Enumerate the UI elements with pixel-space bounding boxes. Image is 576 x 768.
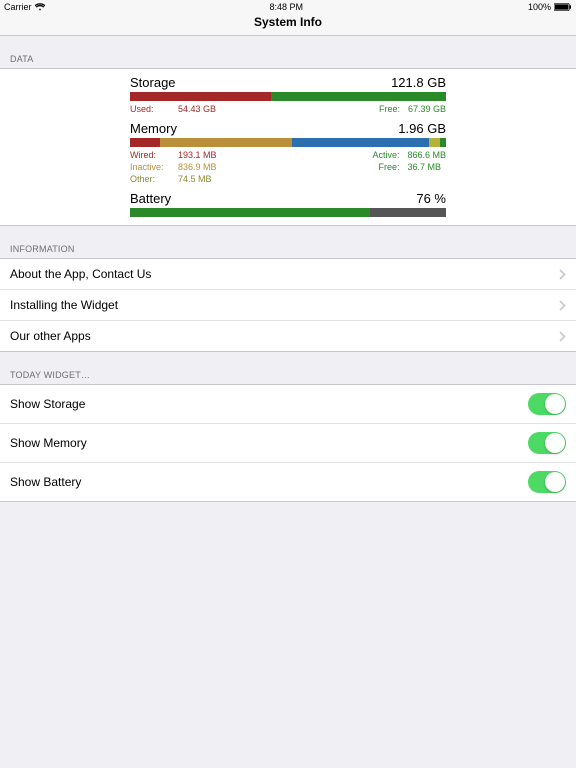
widget-list: Show Storage Show Memory Show Battery <box>0 384 576 502</box>
carrier-label: Carrier <box>4 2 32 12</box>
memory-inactive-value: 836.9 MB <box>178 161 217 173</box>
memory-other-value: 74.5 MB <box>178 173 212 185</box>
chevron-right-icon <box>559 300 566 311</box>
show-battery-toggle[interactable] <box>528 471 566 493</box>
other-apps-label: Our other Apps <box>10 329 91 343</box>
battery-row: Battery 76 % <box>0 189 576 221</box>
memory-bar-active <box>292 138 428 147</box>
memory-bar-wired <box>130 138 160 147</box>
storage-free-value: 67.39 GB <box>408 103 446 115</box>
memory-wired-value: 193.1 MB <box>178 149 217 161</box>
data-card: Storage 121.8 GB Used: 54.43 GB Free: 67.3… <box>0 68 576 226</box>
show-storage-label: Show Storage <box>10 397 85 411</box>
wifi-icon <box>35 3 45 11</box>
storage-free-label: Free: <box>360 103 400 115</box>
battery-value: 76 % <box>416 191 446 206</box>
chevron-right-icon <box>559 331 566 342</box>
clock: 8:48 PM <box>269 2 303 12</box>
memory-title: Memory <box>130 121 177 136</box>
memory-wired-label: Wired: <box>130 149 170 161</box>
memory-inactive-label: Inactive: <box>130 161 170 173</box>
battery-title: Battery <box>130 191 171 206</box>
install-widget-item[interactable]: Installing the Widget <box>0 290 576 321</box>
show-memory-item: Show Memory <box>0 424 576 463</box>
battery-bar-empty <box>370 208 446 217</box>
show-battery-label: Show Battery <box>10 475 81 489</box>
battery-percent: 100% <box>528 2 551 12</box>
memory-total: 1.96 GB <box>398 121 446 136</box>
show-memory-toggle[interactable] <box>528 432 566 454</box>
memory-bar <box>130 138 446 147</box>
status-bar: Carrier 8:48 PM 100% <box>0 0 576 14</box>
show-battery-item: Show Battery <box>0 463 576 501</box>
install-widget-label: Installing the Widget <box>10 298 118 312</box>
storage-used-label: Used: <box>130 103 170 115</box>
storage-used-value: 54.43 GB <box>178 103 216 115</box>
chevron-right-icon <box>559 269 566 280</box>
nav-bar: System Info <box>0 14 576 36</box>
information-list: About the App, Contact Us Installing the… <box>0 258 576 352</box>
show-storage-item: Show Storage <box>0 385 576 424</box>
battery-icon <box>554 3 572 11</box>
memory-bar-inactive <box>160 138 292 147</box>
memory-bar-free <box>440 138 446 147</box>
memory-other-label: Other: <box>130 173 170 185</box>
battery-bar <box>130 208 446 217</box>
memory-free-value: 36.7 MB <box>407 161 441 173</box>
storage-bar-used <box>130 92 271 101</box>
section-header-information: INFORMATION <box>0 226 576 258</box>
battery-bar-fill <box>130 208 370 217</box>
memory-free-label: Free: <box>359 161 399 173</box>
storage-row: Storage 121.8 GB Used: 54.43 GB Free: 67.3… <box>0 73 576 119</box>
show-storage-toggle[interactable] <box>528 393 566 415</box>
memory-active-value: 866.6 MB <box>407 149 446 161</box>
memory-active-label: Active: <box>359 149 399 161</box>
storage-total: 121.8 GB <box>391 75 446 90</box>
other-apps-item[interactable]: Our other Apps <box>0 321 576 351</box>
about-item[interactable]: About the App, Contact Us <box>0 259 576 290</box>
about-label: About the App, Contact Us <box>10 267 151 281</box>
show-memory-label: Show Memory <box>10 436 87 450</box>
storage-bar <box>130 92 446 101</box>
section-header-data: DATA <box>0 36 576 68</box>
storage-bar-free <box>271 92 446 101</box>
memory-bar-other <box>429 138 441 147</box>
page-title: System Info <box>254 15 322 29</box>
section-header-widget: TODAY WIDGET… <box>0 352 576 384</box>
memory-row: Memory 1.96 GB Wired: 193.1 MB Inactive: 8… <box>0 119 576 189</box>
storage-title: Storage <box>130 75 176 90</box>
